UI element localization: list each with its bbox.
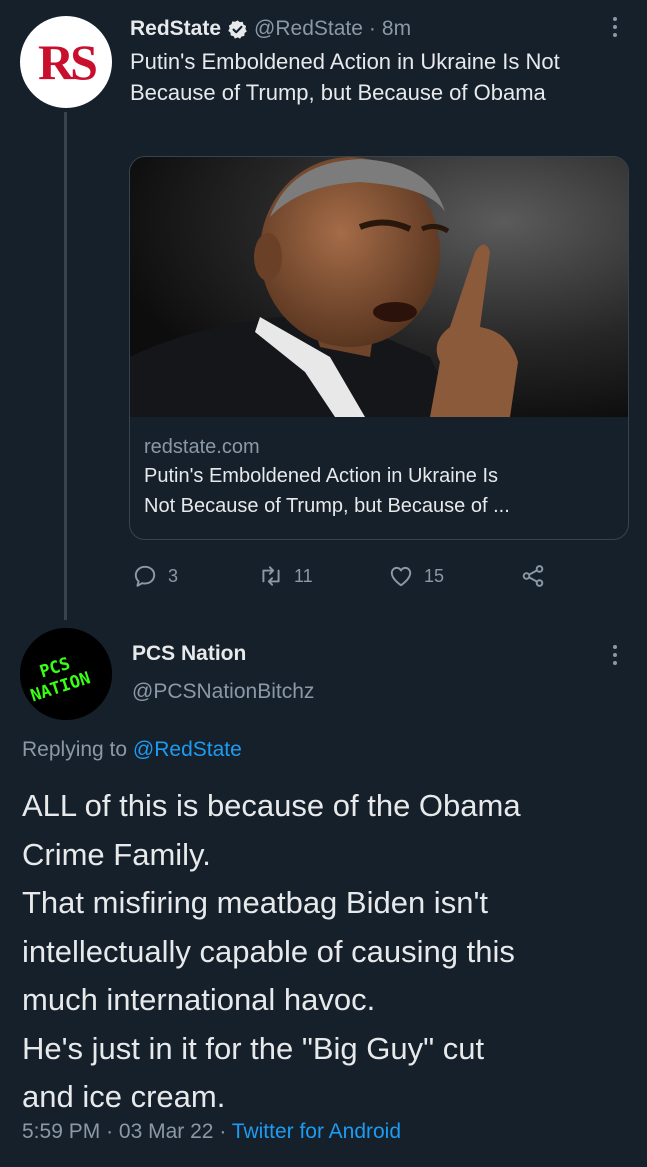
- thread-connector-line: [64, 112, 67, 620]
- footer-separator: ·: [219, 1120, 227, 1143]
- card-domain: redstate.com: [144, 436, 260, 458]
- header-separator: ·: [368, 17, 376, 40]
- share-icon: [522, 565, 544, 587]
- card-title-line-2: Not Because of Trump, but Because of ...: [144, 495, 510, 517]
- tweet-time[interactable]: 8m: [382, 17, 411, 41]
- more-icon: [604, 14, 626, 40]
- reply-author-handle[interactable]: @PCSNationBitchz: [132, 680, 314, 704]
- like-button[interactable]: 15: [388, 558, 444, 594]
- tweet-text-line: much international havoc.: [22, 982, 376, 1017]
- link-preview-card[interactable]: redstate.com Putin's Emboldened Action i…: [129, 156, 629, 540]
- footer-separator: ·: [106, 1120, 114, 1143]
- reply-icon: [134, 565, 156, 587]
- reply-author-name[interactable]: PCS Nation: [132, 642, 246, 666]
- replying-prefix: Replying to: [22, 738, 128, 761]
- replying-to: Replying to @RedState: [22, 738, 242, 762]
- tweet-text-line: and ice cream.: [22, 1079, 226, 1114]
- author-name[interactable]: RedState: [130, 17, 221, 41]
- verified-badge-icon: [228, 19, 247, 39]
- reply-count: 3: [168, 565, 179, 586]
- tweet-footer: 5:59 PM · 03 Mar 22 · Twitter for Androi…: [22, 1120, 401, 1144]
- tweet-timestamp[interactable]: 5:59 PM: [22, 1120, 100, 1143]
- retweet-count: 11: [294, 565, 313, 586]
- article-photo: [130, 157, 628, 417]
- tweet-text-line: Crime Family.: [22, 836, 211, 872]
- tweet-actions: 3 11 15: [132, 558, 592, 594]
- parent-tweet-text: Putin's Emboldened Action in Ukraine Is …: [130, 49, 560, 105]
- pcs-nation-avatar[interactable]: PCS NATION: [20, 628, 112, 720]
- more-options-button[interactable]: [604, 14, 626, 40]
- card-meta: redstate.com Putin's Emboldened Action i…: [144, 433, 614, 521]
- tweet-text-line: That misfiring meatbag Biden isn't: [22, 885, 488, 920]
- tweet-text-line: ALL of this is because of the Obama: [22, 788, 521, 823]
- more-icon: [604, 642, 626, 668]
- redstate-avatar[interactable]: RS: [20, 16, 112, 108]
- replying-to-link[interactable]: @RedState: [133, 738, 242, 761]
- like-count: 15: [424, 565, 445, 586]
- like-icon: [390, 566, 412, 587]
- author-handle[interactable]: @RedState: [254, 17, 363, 41]
- tweet-text-line: He's just in it for the "Big Guy" cut: [22, 1030, 485, 1066]
- retweet-icon: [262, 566, 280, 586]
- reply-tweet-text: ALL of this is because of the Obama Crim…: [22, 782, 632, 1122]
- reply-more-options-button[interactable]: [604, 642, 626, 668]
- tweet-source-link[interactable]: Twitter for Android: [232, 1120, 401, 1143]
- card-title-line-1: Putin's Emboldened Action in Ukraine Is: [144, 465, 499, 487]
- retweet-button[interactable]: 11: [258, 558, 313, 594]
- reply-button[interactable]: 3: [132, 558, 178, 594]
- avatar-logo-text: RS: [38, 34, 98, 90]
- pcs-nation-logo: PCS NATION: [20, 628, 112, 720]
- tweet-text-line: intellectually capable of causing this: [22, 933, 515, 969]
- share-button[interactable]: [520, 558, 546, 594]
- tweet-date[interactable]: 03 Mar 22: [119, 1120, 214, 1143]
- parent-tweet-header: RedState @RedState · 8m: [130, 14, 411, 44]
